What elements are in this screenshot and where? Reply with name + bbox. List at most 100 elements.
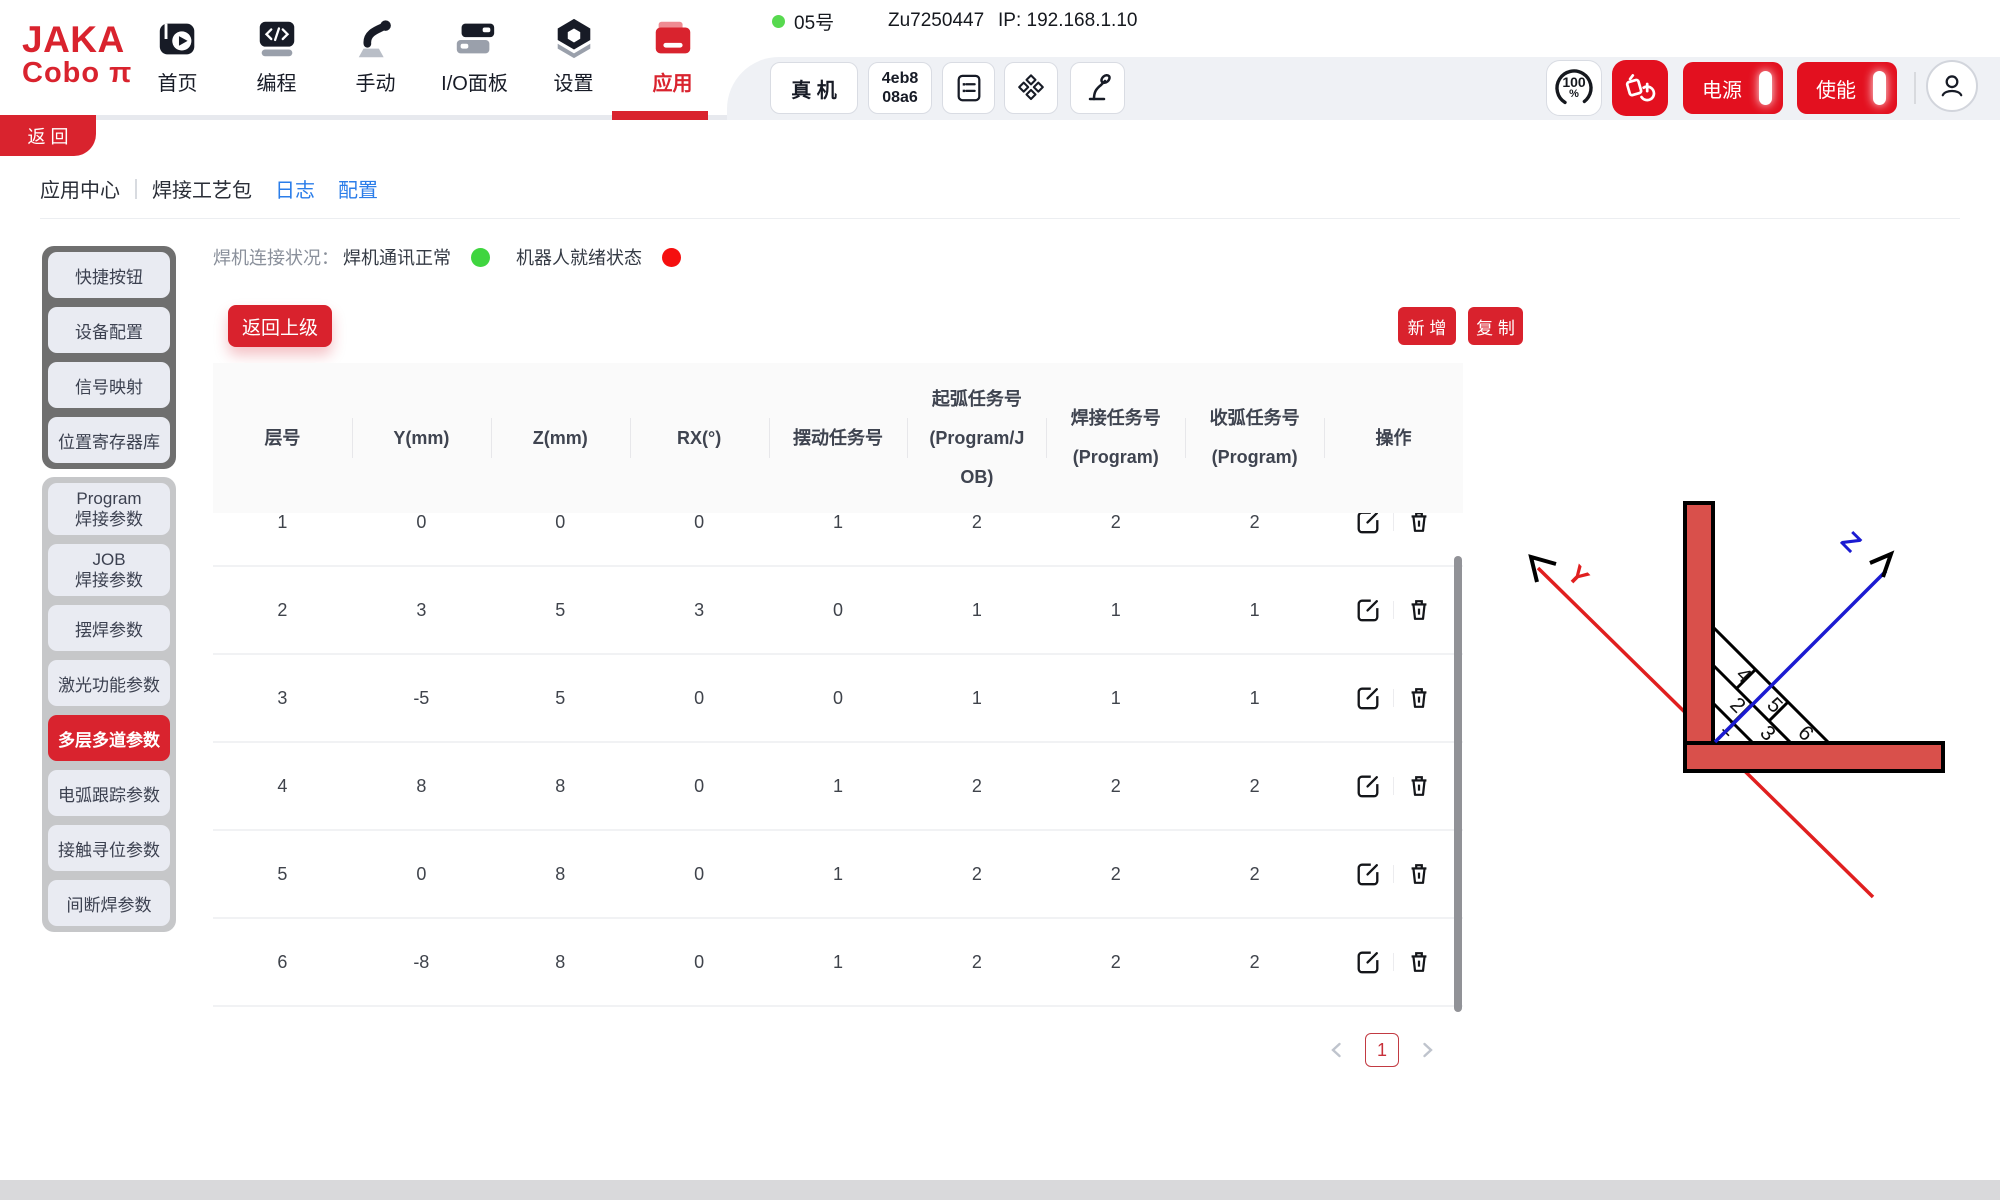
table-row: 2 3 5 3 0 1 1 1 [213,567,1463,655]
cell-rx: 0 [630,513,769,533]
sidebar-item-arc-tracking-params[interactable]: 电弧跟踪参数 [48,770,170,816]
edit-button[interactable] [1353,683,1383,713]
ops-divider [1393,513,1394,531]
table-body-inner: 1 0 0 0 1 2 2 2 2 3 [213,513,1463,1007]
edit-button[interactable] [1353,771,1383,801]
sidebar-item-program-weld-params[interactable]: Program 焊接参数 [48,483,170,535]
edit-icon [1355,861,1381,887]
col-layer: 层号 [213,363,352,513]
sidebar-group-config: 快捷按钮 设备配置 信号映射 位置寄存器库 [42,246,176,469]
cell-operations [1324,683,1463,713]
copy-button[interactable]: 复 制 [1468,307,1523,345]
sidebar-item-weave-params[interactable]: 摆焊参数 [48,605,170,651]
power-button[interactable]: 电源 [1683,62,1783,114]
connection-status-line: 焊机连接状况： 焊机通讯正常 机器人就绪状态 [213,245,681,269]
table-body: 1 0 0 0 1 2 2 2 2 3 [213,513,1463,1011]
y-arrowhead-icon [1531,557,1556,582]
app-folder-icon [650,16,696,62]
speed-gauge: 100 % [1550,64,1598,112]
cell-arc-start-task: 2 [907,952,1046,973]
jaka-logo: JAKA Cobo π [22,22,132,88]
log-panel-button[interactable] [942,62,995,114]
nav-item-io-panel[interactable]: I/O面板 [425,16,524,96]
manual-robot-icon [353,16,399,62]
edit-button[interactable] [1353,595,1383,625]
next-page-button[interactable] [1415,1038,1439,1062]
nav-item-programming[interactable]: 编程 [227,16,326,96]
power-indicator [1759,71,1772,105]
cell-weld-task: 2 [1046,776,1185,797]
enable-button[interactable]: 使能 [1797,62,1897,114]
edit-button[interactable] [1353,513,1383,537]
sidebar-item-laser-params[interactable]: 激光功能参数 [48,660,170,706]
cell-z: 8 [491,952,630,973]
config-link[interactable]: 配置 [338,174,378,203]
sidebar-item-position-register[interactable]: 位置寄存器库 [48,417,170,463]
add-button[interactable]: 新 增 [1398,307,1456,345]
weld-pass-diagram: 1 2 3 4 5 6 Y Z [1500,490,1960,930]
table-row: 5 0 8 0 1 2 2 2 [213,831,1463,919]
cell-rx: 0 [630,952,769,973]
col-y-label: Y(mm) [393,419,449,458]
breadcrumb-separator [135,179,137,199]
nav-item-settings[interactable]: 设置 [524,16,623,96]
back-to-parent-button[interactable]: 返回上级 [228,305,332,347]
back-ribbon-button[interactable]: 返 回 [0,115,96,156]
breadcrumb-app-center[interactable]: 应用中心 [40,174,120,203]
edit-button[interactable] [1353,947,1383,977]
page-number-button[interactable]: 1 [1365,1033,1399,1067]
col-arc-start-line3: OB) [960,458,993,497]
user-avatar-button[interactable] [1926,60,1978,112]
cell-layer: 5 [213,864,352,885]
nav-item-apps[interactable]: 应用 [623,16,722,96]
prev-page-button[interactable] [1325,1038,1349,1062]
cell-y: 8 [352,776,491,797]
log-link[interactable]: 日志 [275,174,315,203]
robot-id-button[interactable]: 4eb8 08a6 [868,62,932,114]
home-icon [155,16,201,62]
col-weave-task: 摆动任务号 [769,363,908,513]
power-button-label: 电源 [1702,74,1742,103]
horizontal-plate [1685,743,1943,771]
nav-item-manual[interactable]: 手动 [326,16,425,96]
nav-label-home: 首页 [158,67,198,96]
cell-weld-task: 1 [1046,600,1185,621]
col-y: Y(mm) [352,363,491,513]
ops-divider [1393,601,1394,619]
delete-button[interactable] [1404,595,1434,625]
delete-button[interactable] [1404,947,1434,977]
col-operations: 操作 [1324,363,1463,513]
real-robot-mode-button[interactable]: 真 机 [770,62,858,114]
delete-button[interactable] [1404,859,1434,889]
trash-icon [1406,597,1432,623]
apps-grid-button[interactable] [1004,62,1058,114]
sidebar-item-job-weld-params[interactable]: JOB 焊接参数 [48,544,170,596]
sidebar-item-multilayer-params[interactable]: 多层多道参数 [48,715,170,761]
delete-button[interactable] [1404,771,1434,801]
robot-id-line2: 08a6 [882,88,918,107]
cell-arc-end-task: 2 [1185,513,1324,533]
sidebar-item-touch-sensing-params[interactable]: 接触寻位参数 [48,825,170,871]
main-nav: 首页 编程 手动 I/O面板 [128,16,722,96]
nav-label-programming: 编程 [257,67,297,96]
robot-pose-button[interactable] [1070,62,1125,114]
table-row: 3 -5 5 0 0 1 1 1 [213,655,1463,743]
nav-item-home[interactable]: 首页 [128,16,227,96]
settings-icon [551,16,597,62]
cell-operations [1324,771,1463,801]
sidebar-item-quick-buttons[interactable]: 快捷按钮 [48,252,170,298]
cell-layer: 6 [213,952,352,973]
sidebar-item-intermittent-weld-params[interactable]: 间断焊参数 [48,880,170,926]
delete-button[interactable] [1404,683,1434,713]
robot-power-button[interactable] [1612,60,1668,116]
sidebar-item-device-config[interactable]: 设备配置 [48,307,170,353]
cell-weld-task: 2 [1046,952,1185,973]
table-scrollbar[interactable] [1454,556,1462,1012]
sidebar-item-signal-mapping[interactable]: 信号映射 [48,362,170,408]
edit-button[interactable] [1353,859,1383,889]
delete-button[interactable] [1404,513,1434,537]
enable-button-label: 使能 [1816,74,1856,103]
speed-gauge-button[interactable]: 100 % [1546,60,1602,116]
trash-icon [1406,773,1432,799]
col-arc-end-task: 收弧任务号 (Program) [1185,363,1324,513]
